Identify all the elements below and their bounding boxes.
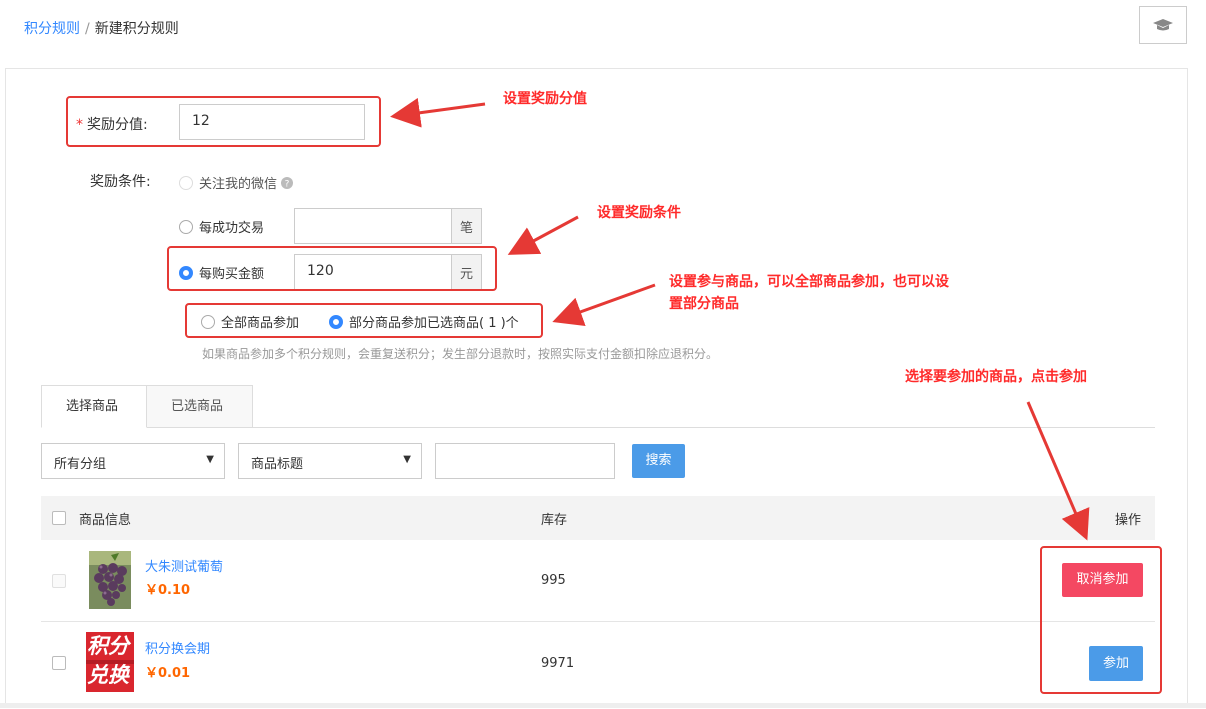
bottom-scrollbar[interactable] (0, 703, 1206, 708)
arrow-to-points (390, 97, 486, 128)
annotation-join: 选择要参加的商品，点击参加 (905, 369, 1087, 385)
annotation-scope-line2: 置部分商品 (669, 296, 739, 312)
arrow-to-actions (1026, 401, 1090, 541)
arrow-to-scope (552, 283, 656, 326)
arrow-to-amount (507, 215, 579, 255)
annotation-reward-condition: 设置奖励条件 (597, 205, 681, 221)
annotation-reward-points: 设置奖励分值 (503, 91, 587, 107)
annotation-arrows (390, 97, 1090, 541)
annotation-scope-line1: 设置参与商品，可以全部商品参加，也可以设 (669, 274, 949, 290)
